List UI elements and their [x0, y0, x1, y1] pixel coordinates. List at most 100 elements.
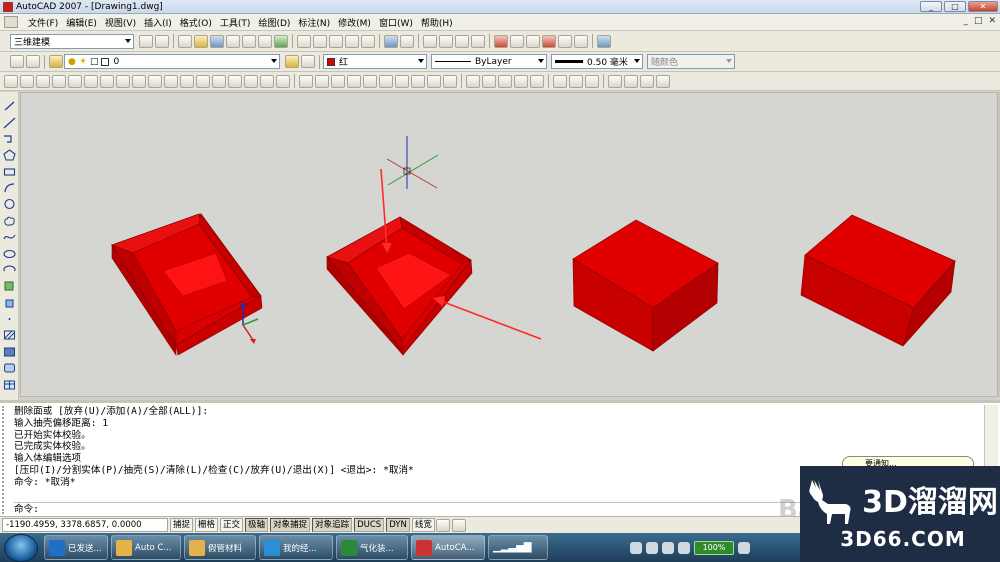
tool-palettes-icon[interactable]: [526, 34, 540, 48]
circle-icon[interactable]: [3, 198, 16, 210]
battery-indicator[interactable]: 100%: [694, 540, 734, 555]
start-button[interactable]: [4, 533, 38, 562]
loft-icon[interactable]: [530, 74, 544, 88]
extrude-faces-icon[interactable]: [52, 74, 66, 88]
design-center-icon[interactable]: [510, 34, 524, 48]
layer-manager-icon[interactable]: [49, 55, 63, 68]
menu-modify[interactable]: 修改(M): [334, 16, 375, 29]
subtract-2-icon[interactable]: [569, 74, 583, 88]
taskbar-item-browser[interactable]: 我的经...: [259, 535, 333, 560]
pan-icon[interactable]: [423, 34, 437, 48]
copy-faces-icon[interactable]: [148, 74, 162, 88]
sheet-set-icon[interactable]: [542, 34, 556, 48]
status-menu-icon[interactable]: [451, 518, 466, 532]
quick-calc-icon[interactable]: [574, 34, 588, 48]
taskbar-item-signal[interactable]: ▁▂▃▅▇: [488, 535, 548, 560]
save-icon[interactable]: [210, 34, 224, 48]
cone-icon[interactable]: [347, 74, 361, 88]
mdi-close-button[interactable]: ✕: [988, 16, 996, 26]
union-icon[interactable]: [4, 74, 18, 88]
make-current-layer-icon[interactable]: [10, 55, 24, 68]
close-button[interactable]: ✕: [968, 1, 998, 12]
union-2-icon[interactable]: [553, 74, 567, 88]
color-edges-icon[interactable]: [196, 74, 210, 88]
clean-icon[interactable]: [228, 74, 242, 88]
move-faces-icon[interactable]: [68, 74, 82, 88]
shell-icon[interactable]: [260, 74, 274, 88]
3d-dwf-icon[interactable]: [274, 34, 288, 48]
taskbar-item-excel[interactable]: 气化装...: [336, 535, 408, 560]
menu-draw[interactable]: 绘图(D): [254, 16, 294, 29]
3d-move-icon[interactable]: [608, 74, 622, 88]
wedge-icon[interactable]: [331, 74, 345, 88]
extrude-icon[interactable]: [466, 74, 480, 88]
intersect-2-icon[interactable]: [585, 74, 599, 88]
revision-cloud-icon[interactable]: [3, 215, 16, 227]
3d-rotate-icon[interactable]: [624, 74, 638, 88]
gradient-icon[interactable]: [3, 346, 16, 358]
plot-preview-icon[interactable]: [242, 34, 256, 48]
layer-combo[interactable]: ● ☀ □ 0: [64, 54, 280, 69]
osnap-toggle[interactable]: 对象捕捉: [270, 518, 311, 532]
taskbar-item-outlook[interactable]: 已发送...: [44, 535, 108, 560]
taskbar-item-folder-autocad[interactable]: Auto C...: [111, 535, 181, 560]
copy-edges-icon[interactable]: [180, 74, 194, 88]
tray-icon[interactable]: [630, 541, 642, 554]
new-file-icon[interactable]: [178, 34, 192, 48]
shell-solid-1[interactable]: [110, 213, 263, 356]
taskbar-item-folder-materials[interactable]: 假管材料: [184, 535, 256, 560]
subtract-icon[interactable]: [20, 74, 34, 88]
volume-tray-icon[interactable]: [738, 541, 750, 554]
shell-solid-2[interactable]: [326, 216, 473, 357]
region-icon[interactable]: [3, 362, 16, 374]
block-editor-icon[interactable]: [361, 34, 375, 48]
torus-icon[interactable]: [395, 74, 409, 88]
mdi-minimize-button[interactable]: _: [963, 16, 968, 26]
help-tray-icon[interactable]: [646, 541, 658, 554]
otrack-toggle[interactable]: 对象追踪: [312, 518, 353, 532]
polygon-icon[interactable]: [2, 149, 16, 161]
layer-match-icon[interactable]: [301, 55, 315, 68]
model-space-icon[interactable]: [435, 518, 450, 532]
table-icon[interactable]: [3, 379, 16, 391]
ellipse-arc-icon[interactable]: [2, 264, 16, 276]
planar-surface-icon[interactable]: [443, 74, 457, 88]
workspace-save-icon[interactable]: [155, 34, 169, 48]
copy-icon[interactable]: [313, 34, 327, 48]
delete-faces-icon[interactable]: [100, 74, 114, 88]
maximize-button[interactable]: □: [944, 1, 966, 12]
taper-faces-icon[interactable]: [132, 74, 146, 88]
color-combo[interactable]: 红: [323, 54, 427, 69]
check-icon[interactable]: [276, 74, 290, 88]
command-window-grip[interactable]: [2, 406, 10, 514]
plot-icon[interactable]: [226, 34, 240, 48]
point-icon[interactable]: [3, 313, 16, 325]
offset-faces-icon[interactable]: [84, 74, 98, 88]
solid-box-3[interactable]: [572, 219, 719, 352]
polar-toggle[interactable]: 极轴: [245, 518, 269, 532]
pyramid-icon[interactable]: [411, 74, 425, 88]
zoom-realtime-icon[interactable]: [439, 34, 453, 48]
insert-block-icon[interactable]: [3, 280, 16, 292]
separate-icon[interactable]: [244, 74, 258, 88]
lineweight-combo[interactable]: 0.50 毫米: [551, 54, 643, 69]
sweep-icon[interactable]: [498, 74, 512, 88]
revolve-icon[interactable]: [514, 74, 528, 88]
ellipse-icon[interactable]: [2, 248, 16, 260]
paste-icon[interactable]: [329, 34, 343, 48]
hatch-icon[interactable]: [3, 329, 16, 341]
document-icon[interactable]: [4, 16, 18, 28]
construction-line-icon[interactable]: [3, 117, 16, 129]
intersect-icon[interactable]: [36, 74, 50, 88]
menu-view[interactable]: 视图(V): [101, 16, 140, 29]
spline-icon[interactable]: [2, 231, 16, 243]
polyline-icon[interactable]: [3, 133, 16, 145]
minimize-button[interactable]: _: [920, 1, 942, 12]
line-icon[interactable]: [3, 100, 16, 112]
menu-tools[interactable]: 工具(T): [216, 16, 255, 29]
zoom-previous-icon[interactable]: [471, 34, 485, 48]
cut-icon[interactable]: [297, 34, 311, 48]
publish-icon[interactable]: [258, 34, 272, 48]
tray-icon[interactable]: [678, 541, 690, 554]
redo-icon[interactable]: [400, 34, 414, 48]
